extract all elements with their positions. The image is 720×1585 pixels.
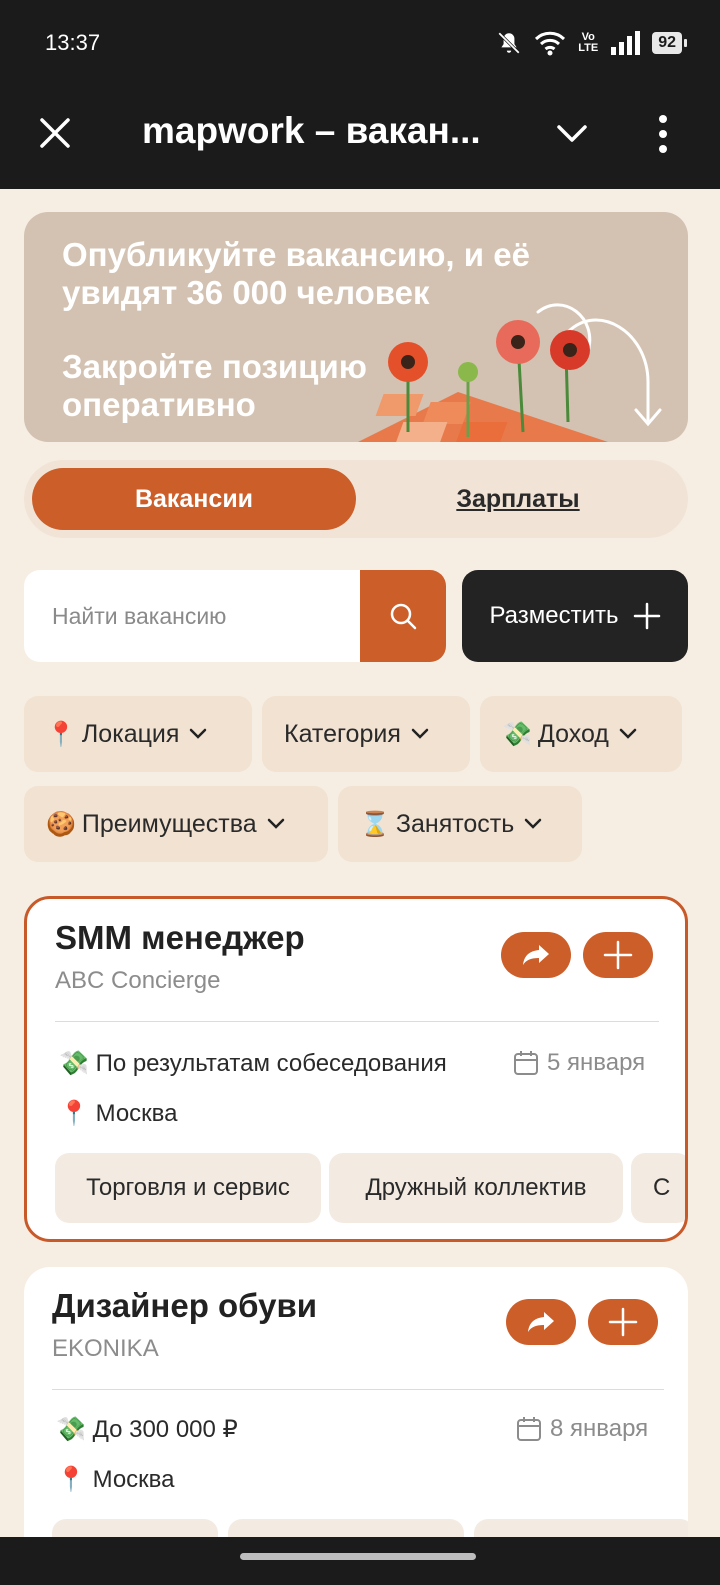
clock: 13:37 <box>45 30 101 55</box>
location: 📍 Москва <box>56 1465 175 1494</box>
bell-off-icon <box>498 32 521 54</box>
app-bar: mapwork – вакан... <box>0 88 720 189</box>
search-input[interactable] <box>50 601 344 631</box>
calendar-icon <box>517 1417 541 1441</box>
share-icon <box>528 1312 554 1332</box>
city-text: Москва <box>92 1466 175 1493</box>
share-icon <box>523 945 549 965</box>
filter-label: Доход <box>537 719 609 748</box>
post-vacancy-label: Разместить <box>489 602 619 629</box>
share-button[interactable] <box>506 1299 576 1345</box>
salary: 💸 До 300 000 ₽ <box>56 1415 238 1444</box>
system-nav-bar <box>0 1537 720 1585</box>
salary: 💸 По результатам собеседования <box>59 1049 447 1078</box>
add-button[interactable] <box>583 932 653 978</box>
pin-icon: 📍 <box>46 720 76 748</box>
salary-text: До 300 000 ₽ <box>92 1416 238 1443</box>
pin-icon: 📍 <box>59 1100 89 1127</box>
filter-label: Преимущества <box>81 809 257 838</box>
company-name: ABC Concierge <box>55 967 221 994</box>
plus-icon <box>608 1307 638 1337</box>
filter-label: Занятость <box>395 809 515 838</box>
cookie-icon: 🍪 <box>46 810 76 838</box>
post-date: 5 января <box>513 1049 645 1077</box>
money-icon: 💸 <box>56 1416 86 1443</box>
job-card[interactable]: SMM менеджер ABC Concierge 💸 По результа… <box>24 896 688 1242</box>
status-bar: 13:37 Vo LTE 92 <box>0 0 720 88</box>
wifi-icon <box>535 31 566 56</box>
plus-icon <box>633 602 660 630</box>
search-icon <box>390 603 417 630</box>
plus-icon <box>603 940 633 970</box>
job-card[interactable]: Дизайнер обуви EKONIKA 💸 До 300 000 ₽ 8 … <box>24 1267 688 1567</box>
date-text: 8 января <box>550 1415 649 1442</box>
job-title: SMM менеджер <box>55 919 305 956</box>
chevron-down-icon <box>190 728 207 739</box>
tag: С <box>631 1153 685 1223</box>
tab-salaries[interactable]: Зарплаты <box>356 468 680 530</box>
signal-icon <box>611 31 641 55</box>
chevron-down-icon[interactable] <box>556 122 588 146</box>
divider <box>55 1021 659 1022</box>
chevron-down-icon <box>267 818 284 829</box>
post-vacancy-button[interactable]: Разместить <box>462 570 688 662</box>
share-button[interactable] <box>501 932 571 978</box>
page-title: mapwork – вакан... <box>142 110 481 151</box>
tag: Дружный коллектив <box>329 1153 623 1223</box>
job-title: Дизайнер обуви <box>52 1287 318 1324</box>
filter-label: Локация <box>81 719 180 748</box>
tab-vacancies[interactable]: Вакансии <box>32 468 356 530</box>
chevron-down-icon <box>525 818 542 829</box>
company-name: EKONIKA <box>52 1335 159 1362</box>
add-button[interactable] <box>588 1299 658 1345</box>
date-text: 5 января <box>547 1049 646 1076</box>
city-text: Москва <box>95 1100 178 1127</box>
filter-label: Категория <box>284 719 401 748</box>
money-icon: 💸 <box>502 720 532 748</box>
calendar-icon <box>514 1051 538 1075</box>
search-button[interactable] <box>360 570 446 662</box>
money-icon: 💸 <box>59 1050 89 1077</box>
home-gesture-handle[interactable] <box>240 1553 476 1560</box>
hourglass-icon: ⌛ <box>360 810 390 838</box>
post-date: 8 января <box>516 1415 648 1443</box>
location: 📍 Москва <box>59 1099 178 1128</box>
search-box <box>24 570 360 662</box>
filter-location[interactable]: 📍 Локация <box>24 696 252 772</box>
salary-text: По результатам собеседования <box>95 1050 447 1077</box>
battery-icon: 92 <box>652 32 687 54</box>
close-icon[interactable] <box>38 116 72 150</box>
flowers-illustration <box>358 303 662 442</box>
status-icons: Vo LTE 92 <box>496 30 687 56</box>
divider <box>52 1389 664 1390</box>
pin-icon: 📍 <box>56 1466 86 1493</box>
chevron-down-icon <box>411 728 429 739</box>
volte-icon: Vo LTE <box>578 31 599 54</box>
filter-benefits[interactable]: 🍪 Преимущества <box>24 786 328 862</box>
more-vertical-icon[interactable] <box>656 114 670 154</box>
promo-banner[interactable]: Опубликуйте вакансию, и её увидят 36 000… <box>24 212 688 442</box>
filter-category[interactable]: Категория <box>262 696 470 772</box>
filter-income[interactable]: 💸 Доход <box>480 696 682 772</box>
chevron-down-icon <box>619 728 637 739</box>
tag: Торговля и сервис <box>55 1153 321 1223</box>
tab-switcher: Вакансии Зарплаты <box>24 460 688 538</box>
filter-employment[interactable]: ⌛ Занятость <box>338 786 582 862</box>
